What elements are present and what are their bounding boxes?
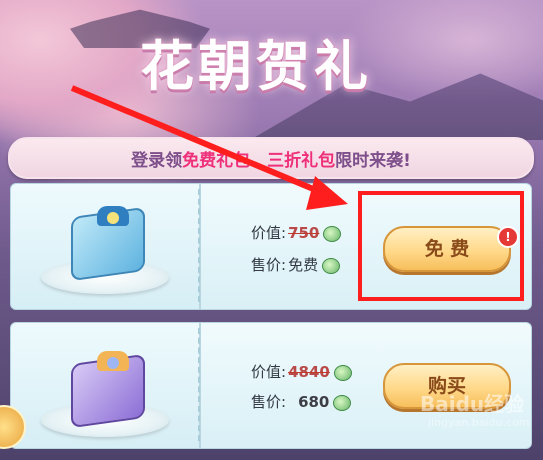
- arrow-shaft: [70, 85, 332, 199]
- watermark-url: jingyan.baidu.com: [428, 416, 530, 429]
- watermark-logo: Baidu经验: [420, 392, 525, 416]
- arrow-head: [306, 176, 348, 210]
